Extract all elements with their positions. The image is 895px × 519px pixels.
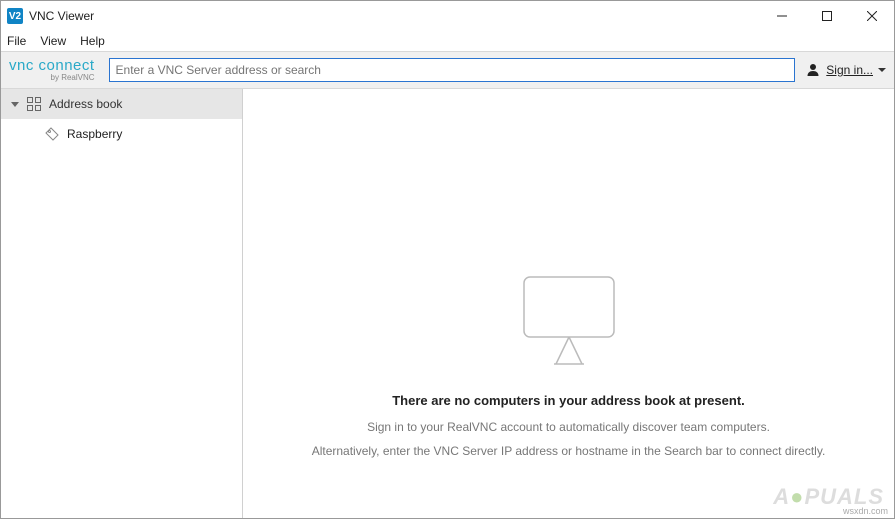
address-book-label: Address book	[49, 97, 122, 111]
brand-sub-text: by RealVNC	[9, 74, 95, 82]
sign-in-label: Sign in...	[826, 63, 873, 77]
menu-help[interactable]: Help	[80, 34, 105, 48]
minimize-button[interactable]	[759, 1, 804, 31]
empty-state-line1: Sign in to your RealVNC account to autom…	[367, 420, 770, 434]
close-button[interactable]	[849, 1, 894, 31]
app-icon: V2	[7, 8, 23, 24]
chevron-down-icon	[11, 102, 19, 107]
brand-main-text: vnc connect	[9, 58, 95, 73]
sign-in-button[interactable]: Sign in...	[805, 62, 886, 78]
sidebar: Address book Raspberry	[1, 89, 243, 518]
monitor-illustration	[514, 272, 624, 375]
sidebar-item-raspberry[interactable]: Raspberry	[1, 119, 242, 149]
content-area: Address book Raspberry There are no comp…	[1, 89, 894, 518]
watermark-site: wsxdn.com	[843, 506, 888, 516]
search-input[interactable]	[109, 58, 796, 82]
main-panel: There are no computers in your address b…	[243, 89, 894, 518]
address-book-header[interactable]: Address book	[1, 89, 242, 119]
sidebar-item-label: Raspberry	[67, 127, 122, 141]
chevron-down-icon	[878, 68, 886, 72]
empty-state-title: There are no computers in your address b…	[392, 393, 745, 408]
maximize-button[interactable]	[804, 1, 849, 31]
brand-logo: vnc connect by RealVNC	[9, 58, 95, 82]
menu-view[interactable]: View	[40, 34, 66, 48]
tag-icon	[45, 127, 59, 141]
user-icon	[805, 62, 821, 78]
grid-icon	[27, 97, 41, 111]
window-title: VNC Viewer	[29, 9, 94, 23]
window-titlebar: V2 VNC Viewer	[1, 1, 894, 31]
menu-file[interactable]: File	[7, 34, 26, 48]
menu-bar: File View Help	[1, 31, 894, 51]
toolbar: vnc connect by RealVNC Sign in...	[1, 51, 894, 89]
empty-state-line2: Alternatively, enter the VNC Server IP a…	[312, 444, 826, 458]
